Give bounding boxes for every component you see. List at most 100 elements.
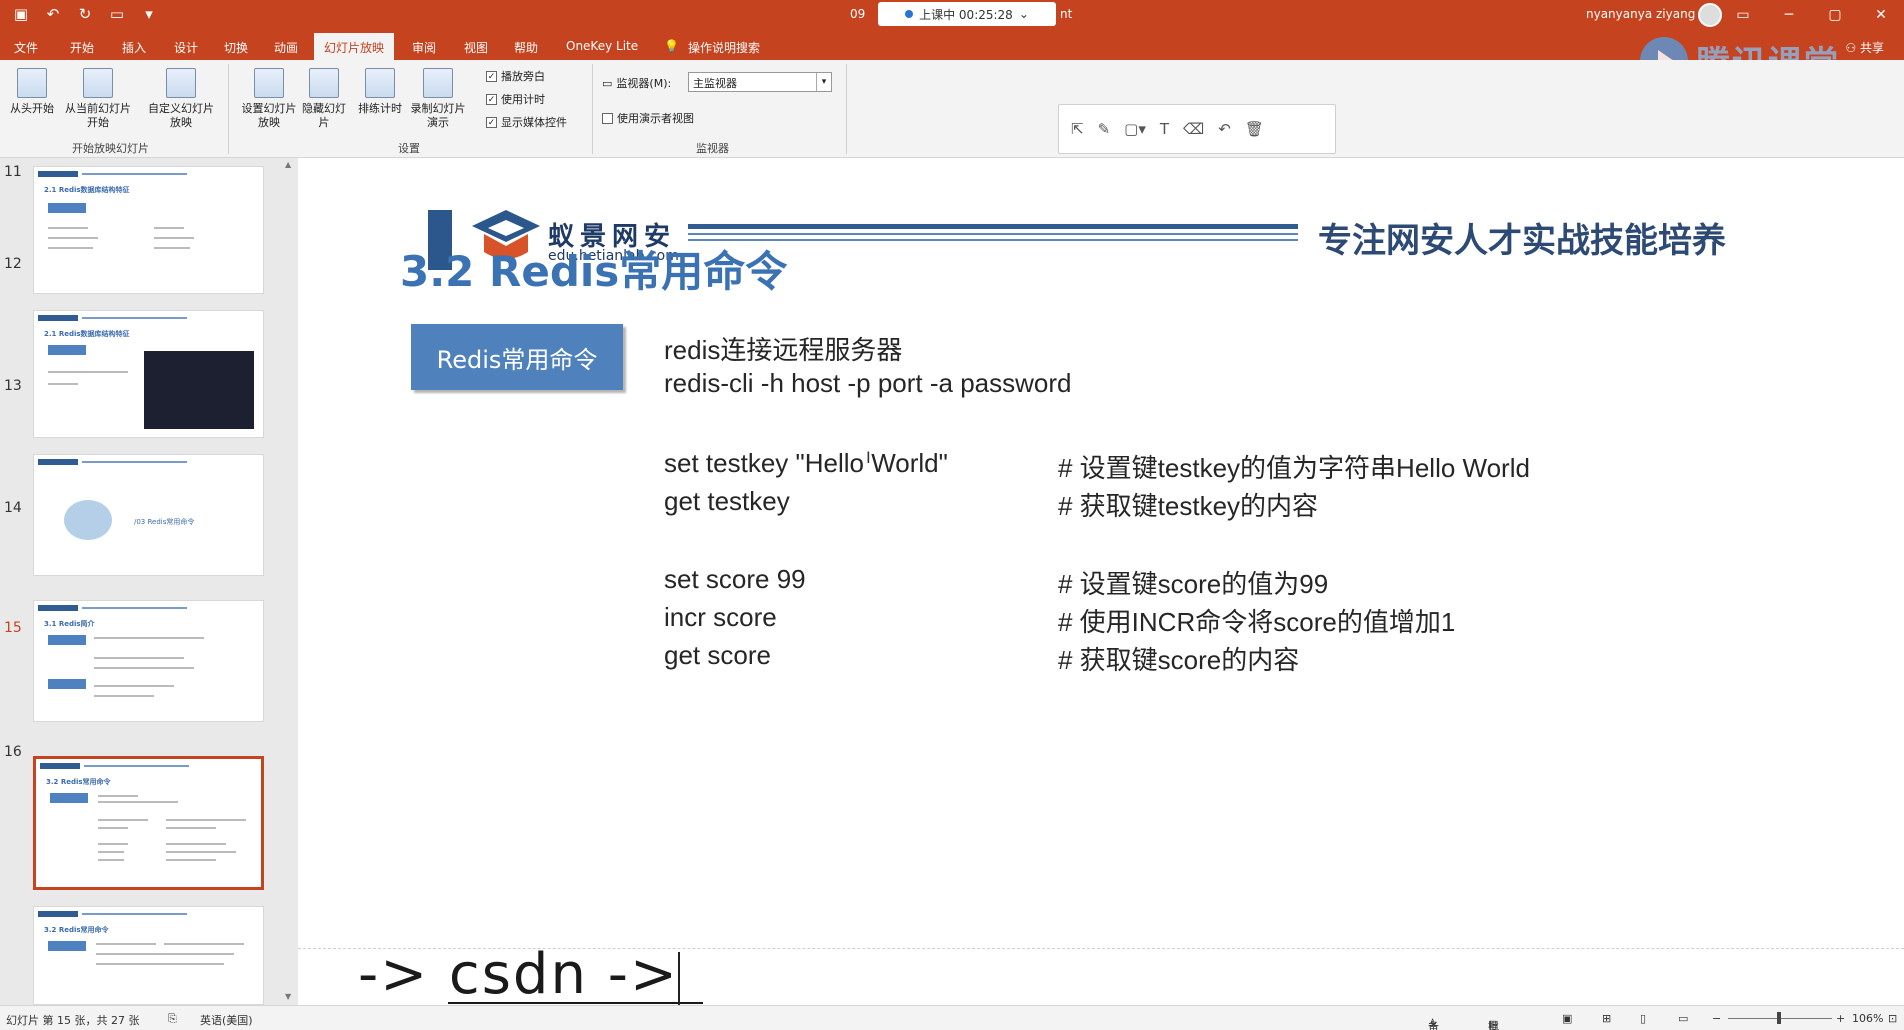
- thumb-button-shape: [48, 345, 86, 355]
- thumb-text-line: [166, 851, 236, 853]
- timing-checkbox[interactable]: ✓ 使用计时: [486, 91, 545, 107]
- thumb-title: 3.2 Redis常用命令: [44, 926, 109, 934]
- save-icon[interactable]: ▣: [12, 5, 30, 23]
- tell-me-search[interactable]: 操作说明搜索: [688, 39, 760, 56]
- tab-help[interactable]: 帮助: [514, 39, 538, 56]
- monitor-select[interactable]: 主监视器: [688, 72, 832, 92]
- zoom-slider-thumb[interactable]: [1777, 1012, 1781, 1024]
- thumb-text-line: [96, 963, 166, 965]
- record-button[interactable]: 录制幻灯片演示: [408, 68, 468, 130]
- slide-thumbnail-current[interactable]: 3.2 Redis常用命令: [33, 756, 264, 890]
- thumbnail-scrollbar[interactable]: ▲ ▼: [282, 158, 296, 1005]
- status-bar: 幻灯片 第 15 张，共 27 张 ⎘ 英语(美国) ≜ 备注 ▤ 批注 ▣ ⊞…: [0, 1005, 1904, 1030]
- avatar[interactable]: [1698, 3, 1722, 27]
- annotation-toolbar: ⇱ ✎ ▢▾ T ⌫ ↶ 🗑: [1058, 104, 1336, 154]
- thumb-logo: [40, 763, 80, 769]
- tab-slideshow[interactable]: 幻灯片放映: [314, 33, 395, 60]
- normal-view-icon[interactable]: ▣: [1562, 1012, 1572, 1025]
- thumb-text-line: [94, 637, 204, 639]
- slide-thumbnail[interactable]: 2.1 Redis数据库结构特征: [33, 166, 264, 294]
- thumb-text-line: [98, 819, 148, 821]
- close-icon[interactable]: ✕: [1858, 0, 1904, 30]
- thumb-text-line: [98, 851, 124, 853]
- thumb-section-title: /03 Redis常用命令: [134, 518, 195, 526]
- notes-label: 备注: [1428, 1020, 1439, 1030]
- thumb-text-line: [166, 843, 226, 845]
- slide-thumbnail[interactable]: /03 Redis常用命令: [33, 454, 264, 576]
- customize-icon[interactable]: ▾: [140, 5, 158, 23]
- tab-onekey[interactable]: OneKey Lite: [566, 39, 638, 53]
- share-button[interactable]: ⚇ 共享: [1845, 39, 1884, 56]
- narration-checkbox[interactable]: ✓ 播放旁白: [486, 68, 545, 84]
- scroll-up-icon[interactable]: ▲: [285, 160, 291, 169]
- slideshow-start-icon: [17, 68, 47, 98]
- minimize-icon[interactable]: ─: [1766, 0, 1812, 30]
- monitor-label-row: ▭ 监视器(M):: [602, 75, 671, 91]
- tab-review[interactable]: 审阅: [412, 39, 436, 56]
- rectangle-icon[interactable]: ▢▾: [1124, 120, 1146, 138]
- eraser-icon[interactable]: ⌫: [1183, 120, 1204, 138]
- text-cursor: [678, 952, 680, 1010]
- tab-file[interactable]: 文件: [14, 39, 38, 56]
- pen-icon[interactable]: ✎: [1098, 120, 1111, 138]
- slide-sorter-icon[interactable]: ⊞: [1602, 1012, 1611, 1025]
- thumb-logo: [38, 911, 78, 917]
- person-icon: ⚇: [1845, 41, 1860, 55]
- thumb-text-line: [48, 237, 98, 239]
- slide-thumbnail[interactable]: 3.2 Redis常用命令: [33, 906, 264, 1005]
- from-current-button[interactable]: 从当前幻灯片开始: [60, 68, 136, 130]
- zoom-out-icon[interactable]: −: [1712, 1012, 1721, 1025]
- slide[interactable]: 蚁景网安 edu.hetianlab.com 专注网安人才实战技能培养 3.2 …: [298, 158, 1904, 948]
- thumb-text-line: [98, 801, 178, 803]
- live-class-status[interactable]: 上课中 00:25:28 ⌄: [878, 2, 1056, 26]
- thumb-number: 13: [4, 378, 22, 394]
- maximize-icon[interactable]: ▢: [1812, 0, 1858, 30]
- from-start-button[interactable]: 从头开始: [6, 68, 58, 116]
- media-controls-checkbox[interactable]: ✓ 显示媒体控件: [486, 114, 567, 130]
- hide-slide-button[interactable]: 隐藏幻灯片: [302, 68, 346, 130]
- window-title-suffix: nt: [1060, 7, 1073, 21]
- tab-design[interactable]: 设计: [174, 39, 198, 56]
- checkbox-checked-icon: ✓: [486, 116, 497, 128]
- tab-home[interactable]: 开始: [70, 39, 94, 56]
- tab-transitions[interactable]: 切换: [224, 39, 248, 56]
- custom-show-label: 自定义幻灯片放映: [148, 102, 214, 129]
- ribbon-display-icon[interactable]: ▭: [1720, 0, 1766, 30]
- command-line: get testkey: [664, 486, 790, 516]
- pointer-icon[interactable]: ⇱: [1071, 120, 1084, 138]
- thumb-text-line: [164, 953, 234, 955]
- language-indicator[interactable]: 英语(美国): [200, 1012, 253, 1028]
- spellcheck-underline: [448, 1002, 703, 1004]
- trash-icon[interactable]: 🗑: [1245, 120, 1264, 138]
- presenter-view-checkbox[interactable]: 使用演示者视图: [602, 110, 694, 126]
- thumb-title: 3.1 Redis简介: [44, 620, 95, 628]
- fit-to-window-icon[interactable]: ⊡: [1888, 1012, 1897, 1025]
- zoom-in-icon[interactable]: +: [1836, 1012, 1845, 1025]
- setup-show-button[interactable]: 设置幻灯片放映: [238, 68, 300, 130]
- undo-icon[interactable]: ↶: [44, 5, 62, 23]
- command-comment: # 设置键score的值为99: [1058, 569, 1329, 599]
- custom-show-button[interactable]: 自定义幻灯片放映: [146, 68, 216, 130]
- command-line: set testkey "Hello World": [664, 448, 948, 478]
- scroll-down-icon[interactable]: ▼: [285, 992, 291, 1001]
- slideshow-view-icon[interactable]: ▭: [1678, 1012, 1688, 1025]
- user-name[interactable]: nyanyanya ziyang: [1586, 7, 1695, 21]
- tab-view[interactable]: 视图: [464, 39, 488, 56]
- tab-animations[interactable]: 动画: [274, 39, 298, 56]
- thumb-number: 14: [4, 500, 22, 516]
- section-button: Redis常用命令: [411, 324, 623, 390]
- tab-insert[interactable]: 插入: [122, 39, 146, 56]
- text-icon[interactable]: T: [1160, 120, 1169, 138]
- command-line: set score 99: [664, 564, 806, 594]
- slide-thumbnail[interactable]: 3.1 Redis简介: [33, 600, 264, 722]
- zoom-level[interactable]: 106%: [1852, 1012, 1883, 1025]
- accessibility-icon[interactable]: ⎘: [168, 1012, 177, 1026]
- reading-view-icon[interactable]: ▯: [1640, 1012, 1646, 1025]
- redo-icon[interactable]: ↻: [76, 5, 94, 23]
- undo-icon[interactable]: ↶: [1218, 120, 1231, 138]
- rehearse-button[interactable]: 排练计时: [354, 68, 406, 116]
- slide-thumbnail[interactable]: 2.1 Redis数据库结构特征: [33, 310, 264, 438]
- present-icon[interactable]: ▭: [108, 5, 126, 23]
- command-comment: # 设置键testkey的值为字符串Hello World: [1058, 453, 1530, 483]
- command-comment: # 获取键testkey的内容: [1058, 491, 1319, 521]
